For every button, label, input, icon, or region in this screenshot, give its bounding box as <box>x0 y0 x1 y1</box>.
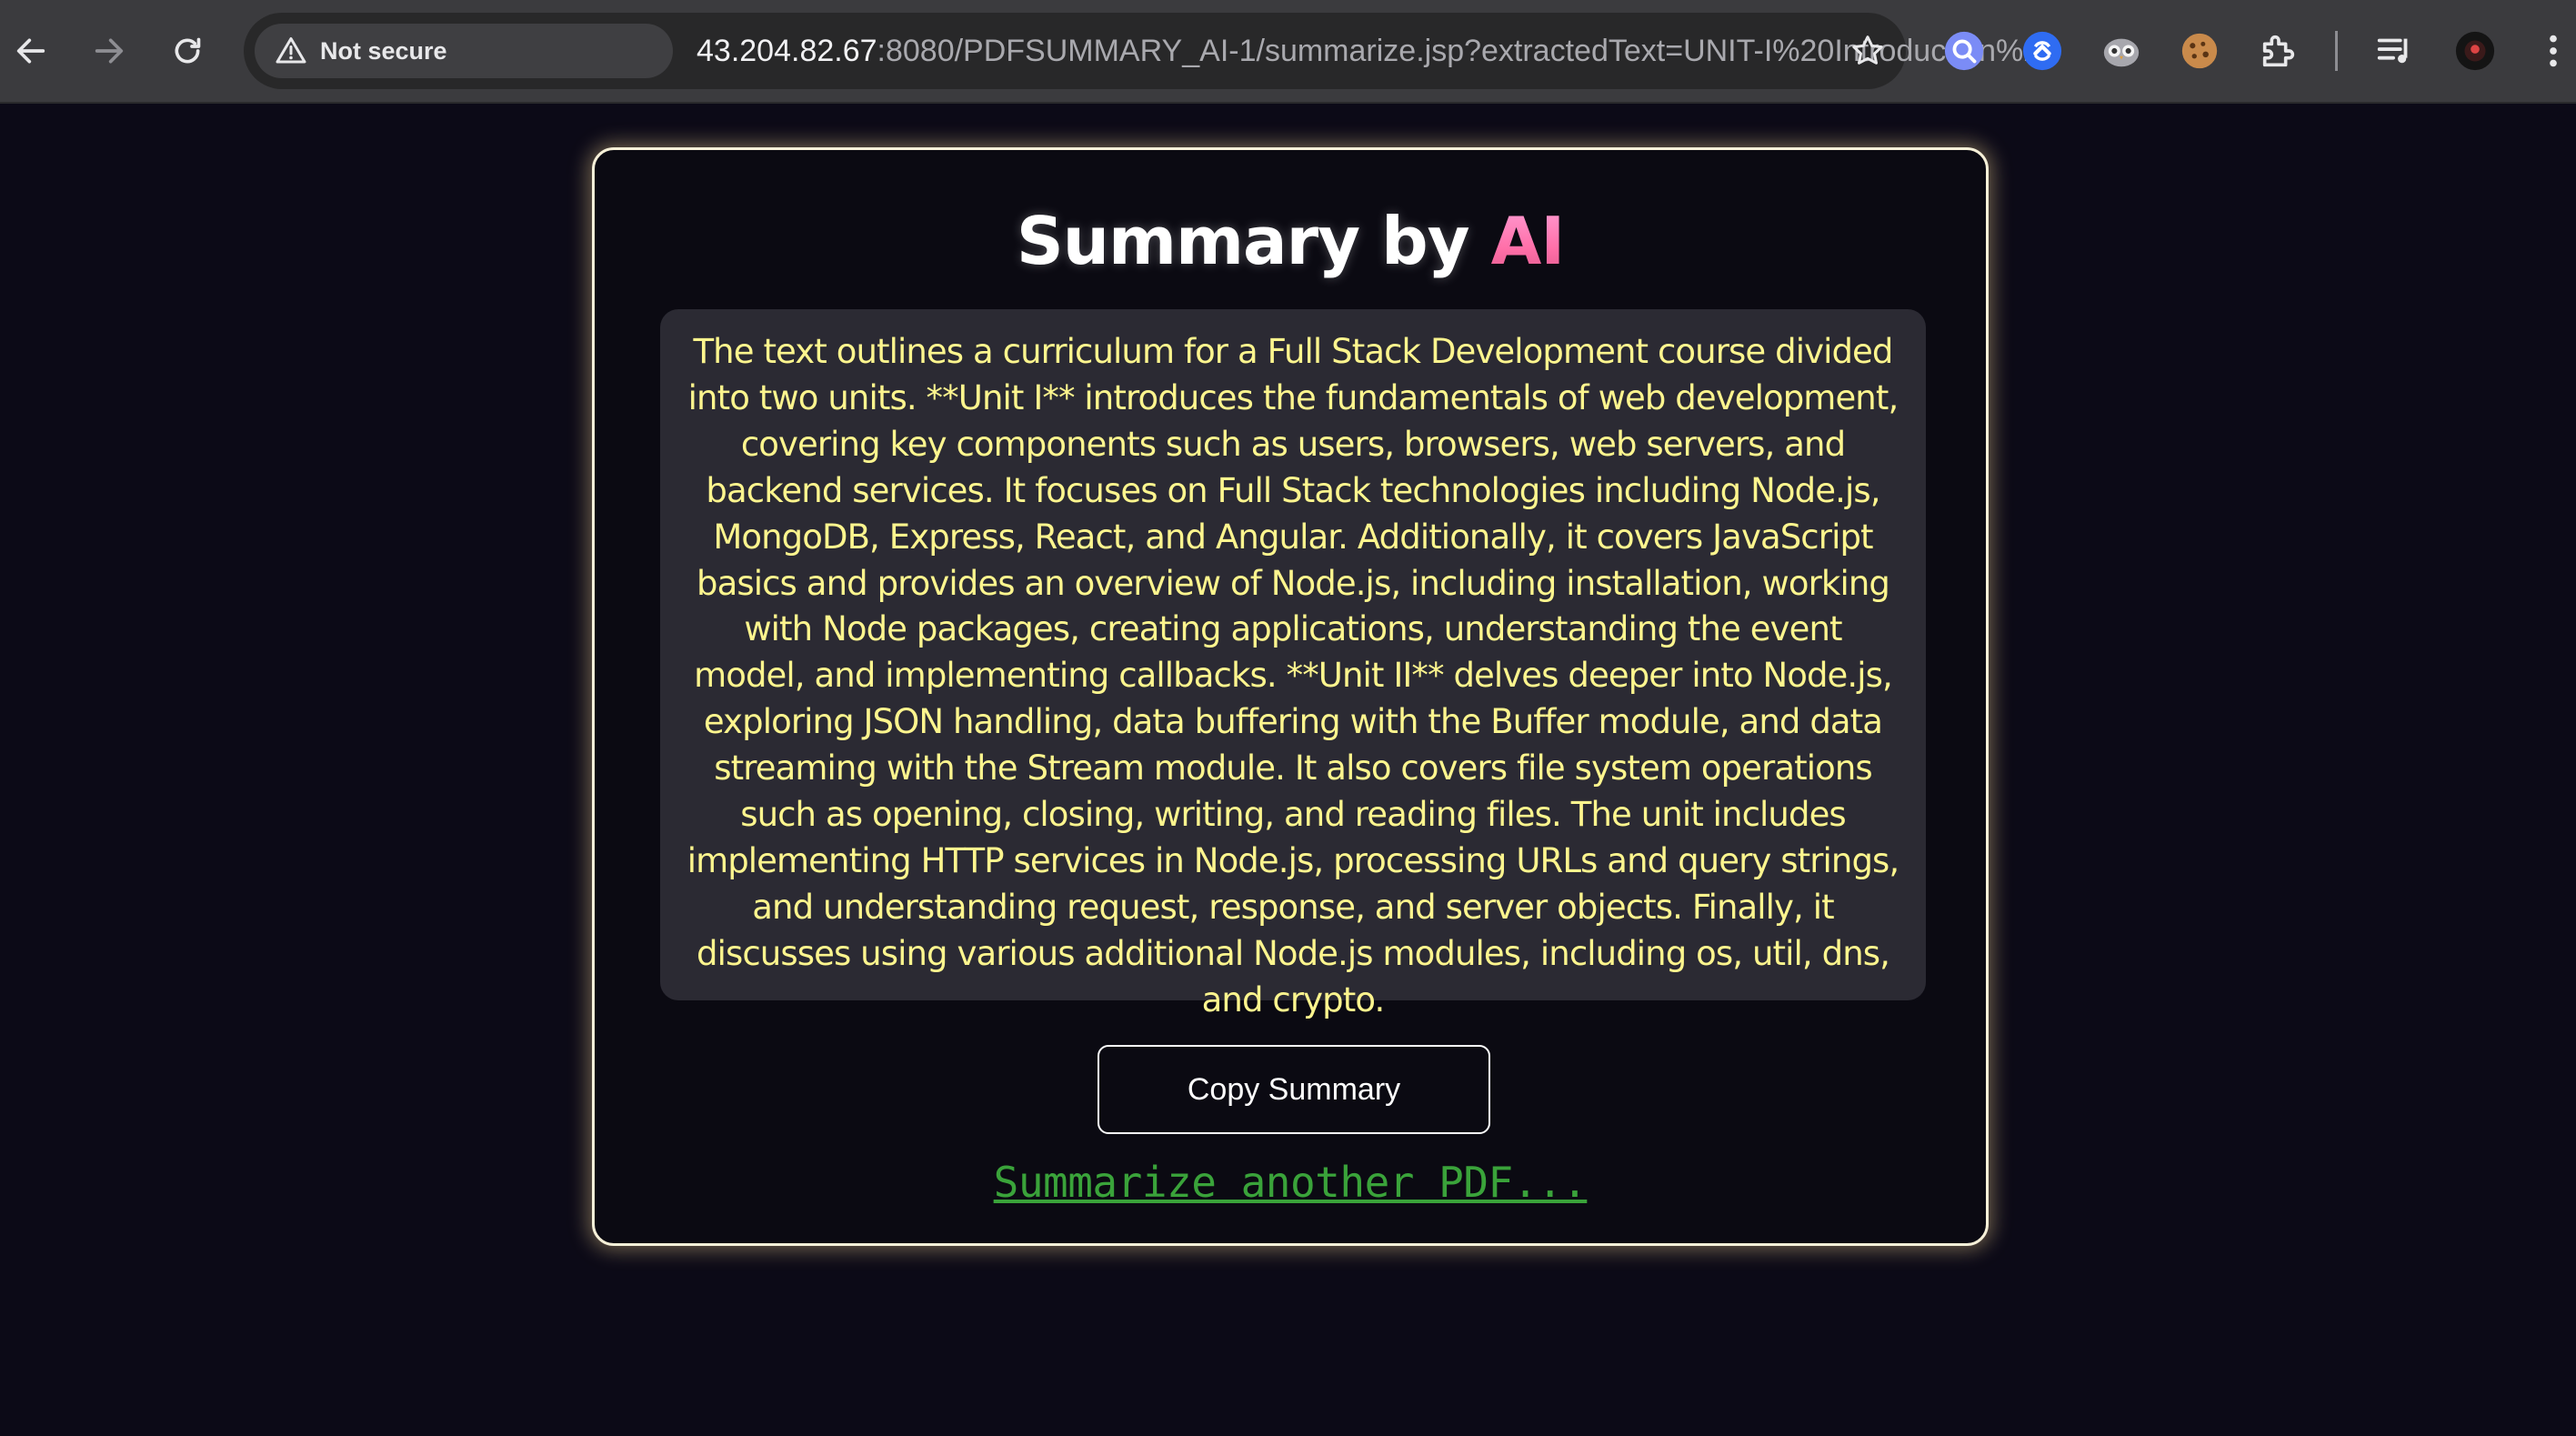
browser-menu-button[interactable] <box>2528 25 2576 76</box>
puzzle-piece-icon <box>2262 35 2295 67</box>
summarize-another-link[interactable]: Summarize another PDF... <box>595 1158 1986 1207</box>
reload-button[interactable] <box>156 20 218 82</box>
star-icon <box>1852 35 1883 65</box>
security-chip-label: Not secure <box>320 36 447 65</box>
link-extension-button[interactable] <box>2017 25 2068 76</box>
forward-button[interactable] <box>78 20 140 82</box>
search-extension-button[interactable] <box>1939 25 1990 76</box>
summary-text: The text outlines a curriculum for a Ful… <box>687 332 1900 1019</box>
summarize-another-link-label[interactable]: Summarize another PDF... <box>994 1158 1588 1207</box>
summary-box: The text outlines a curriculum for a Ful… <box>660 309 1926 1019</box>
more-vertical-icon <box>2550 35 2557 67</box>
link-extension-icon <box>2022 31 2062 71</box>
reload-icon <box>175 37 201 64</box>
toolbar-divider <box>2335 31 2338 71</box>
url-host: 43.204.82.67 <box>697 33 877 68</box>
copy-summary-button[interactable]: Copy Summary <box>1098 1045 1490 1134</box>
extensions-button[interactable] <box>2253 25 2304 76</box>
cookie-extension-icon <box>2181 33 2218 69</box>
page-title: Summary by AI <box>595 203 1986 279</box>
media-controls-button[interactable] <box>2370 25 2421 76</box>
playlist-icon <box>2377 38 2408 64</box>
security-chip[interactable]: Not secure <box>255 24 673 78</box>
owl-extension-icon <box>2103 38 2140 67</box>
page-title-accent: AI <box>1490 203 1566 279</box>
search-extension-icon <box>1944 31 1984 71</box>
arrow-right-icon <box>95 38 124 64</box>
summary-card: Summary by AI The text outlines a curric… <box>592 147 1989 1246</box>
url-text[interactable]: 43.204.82.67:8080/PDFSUMMARY_AI-1/summar… <box>697 13 2042 89</box>
address-bar[interactable]: Not secure 43.204.82.67:8080/PDFSUMMARY_… <box>244 13 2042 89</box>
arrow-left-icon <box>16 38 45 64</box>
bookmark-button[interactable] <box>1844 27 1891 75</box>
page-title-main: Summary by <box>1016 203 1491 279</box>
browser-toolbar: Not secure 43.204.82.67:8080/PDFSUMMARY_… <box>0 0 2576 104</box>
warning-icon <box>276 37 306 64</box>
back-button[interactable] <box>0 20 62 82</box>
owl-extension-button[interactable] <box>2096 25 2147 76</box>
avatar-icon <box>2455 31 2495 71</box>
profile-avatar-button[interactable] <box>2450 25 2501 76</box>
cookie-extension-button[interactable] <box>2174 25 2225 76</box>
